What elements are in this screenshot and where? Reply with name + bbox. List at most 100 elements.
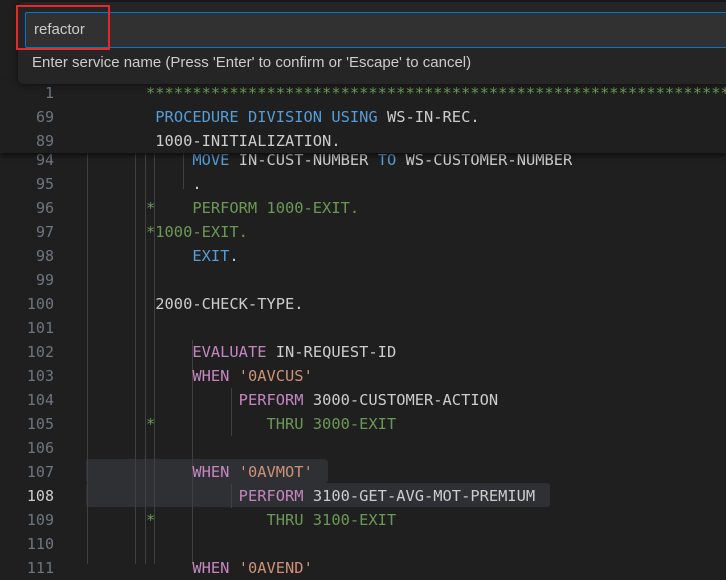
line-code: 1000-INITIALIZATION. — [146, 129, 341, 153]
line-number: 89 — [35, 132, 54, 150]
line-number: 95 — [35, 175, 54, 193]
line-number: 103 — [26, 367, 54, 385]
code-token: MOVE — [192, 151, 230, 169]
code-line[interactable]: 106 — [0, 436, 726, 460]
line-number: 104 — [26, 391, 54, 409]
code-token: 2000-CHECK-TYPE. — [146, 295, 304, 313]
code-token: WS-IN-REC. — [377, 108, 480, 126]
code-token: ****************************************… — [146, 84, 726, 102]
line-number: 110 — [26, 535, 54, 553]
code-token: * THRU 3100-EXIT — [146, 511, 397, 529]
annotation-highlight-box — [16, 5, 110, 50]
code-line[interactable]: 103 WHEN '0AVCUS' — [0, 364, 726, 388]
code-token: * THRU 3000-EXIT — [146, 415, 397, 433]
line-number: 106 — [26, 439, 54, 457]
line-number: 69 — [35, 108, 54, 126]
line-code: * PERFORM 1000-EXIT. — [146, 196, 359, 220]
code-line[interactable]: 99 — [0, 268, 726, 292]
sticky-scroll-header[interactable]: 1 ***************************************… — [0, 81, 726, 153]
line-code: * THRU 3100-EXIT — [146, 508, 396, 532]
code-token: PERFORM — [238, 487, 304, 505]
code-line[interactable]: 104 PERFORM 3000-CUSTOMER-ACTION — [0, 388, 726, 412]
line-code: WHEN '0AVEND' — [146, 556, 313, 580]
code-token: EXIT — [192, 247, 230, 265]
code-token: IN-CUST-NUMBER — [229, 151, 378, 169]
code-token: TO — [377, 151, 397, 169]
code-token: PERFORM — [238, 391, 304, 409]
code-token: *1000-EXIT. — [146, 223, 248, 241]
code-line[interactable]: 95 . — [0, 172, 726, 196]
code-line[interactable]: 69 PROCEDURE DIVISION USING WS-IN-REC. — [0, 105, 726, 129]
line-code: EXIT. — [146, 244, 239, 268]
line-code: PERFORM 3000-CUSTOMER-ACTION — [146, 388, 498, 412]
code-token: '0AVEND' — [238, 559, 313, 577]
code-line[interactable]: 107 WHEN '0AVMOT' — [0, 460, 726, 484]
line-number: 108 — [26, 487, 54, 505]
line-number: 109 — [26, 511, 54, 529]
line-number: 98 — [35, 247, 54, 265]
code-line[interactable]: 111 WHEN '0AVEND' — [0, 556, 726, 580]
line-code: . — [146, 172, 202, 196]
code-line[interactable]: 89 1000-INITIALIZATION. — [0, 129, 726, 153]
line-number: 107 — [26, 463, 54, 481]
code-line[interactable]: 102 EVALUATE IN-REQUEST-ID — [0, 340, 726, 364]
line-number: 102 — [26, 343, 54, 361]
code-token: . — [146, 175, 202, 193]
line-code: *1000-EXIT. — [146, 220, 248, 244]
code-token: EVALUATE — [192, 343, 267, 361]
line-number: 105 — [26, 415, 54, 433]
code-token: . — [229, 247, 239, 265]
code-line[interactable]: 96 * PERFORM 1000-EXIT. — [0, 196, 726, 220]
line-code: 2000-CHECK-TYPE. — [146, 292, 304, 316]
code-editor[interactable]: 94 MOVE IN-CUST-NUMBER TO WS-CUSTOMER-NU… — [0, 0, 726, 577]
line-code: WHEN '0AVMOT' — [146, 460, 313, 484]
line-code: PERFORM 3100-GET-AVG-MOT-PREMIUM — [146, 484, 536, 508]
line-number: 111 — [26, 559, 54, 577]
line-number: 99 — [35, 271, 54, 289]
service-name-input[interactable]: refactor — [25, 12, 726, 48]
line-number: 97 — [35, 223, 54, 241]
line-number: 96 — [35, 199, 54, 217]
code-token: PROCEDURE DIVISION USING — [155, 108, 378, 126]
code-token: '0AVCUS' — [238, 367, 313, 385]
line-code: ****************************************… — [146, 81, 726, 105]
line-code: PROCEDURE DIVISION USING WS-IN-REC. — [146, 105, 480, 129]
line-code: * THRU 3000-EXIT — [146, 412, 396, 436]
code-token: * PERFORM 1000-EXIT. — [146, 199, 360, 217]
code-line[interactable]: 109 * THRU 3100-EXIT — [0, 508, 726, 532]
line-number: 100 — [26, 295, 54, 313]
code-token: WHEN — [192, 367, 230, 385]
code-token: WHEN — [192, 559, 230, 577]
code-token: '0AVMOT' — [238, 463, 313, 481]
code-line[interactable]: 97 *1000-EXIT. — [0, 220, 726, 244]
code-token: 3000-CUSTOMER-ACTION — [303, 391, 499, 409]
code-line[interactable]: 110 — [0, 532, 726, 556]
code-line[interactable]: 101 — [0, 316, 726, 340]
code-line[interactable]: 105 * THRU 3000-EXIT — [0, 412, 726, 436]
quick-input-message: Enter service name (Press 'Enter' to con… — [32, 54, 472, 71]
line-number: 1 — [44, 84, 54, 102]
line-code: EVALUATE IN-REQUEST-ID — [146, 340, 396, 364]
quick-input-panel: refactor Enter service name (Press 'Ente… — [18, 2, 726, 84]
code-token: WHEN — [192, 463, 230, 481]
code-token: IN-REQUEST-ID — [266, 343, 397, 361]
line-number: 101 — [26, 319, 54, 337]
code-line[interactable]: 108 PERFORM 3100-GET-AVG-MOT-PREMIUM — [0, 484, 726, 508]
code-line[interactable]: 1 ***************************************… — [0, 81, 726, 105]
code-line[interactable]: 100 2000-CHECK-TYPE. — [0, 292, 726, 316]
line-code: WHEN '0AVCUS' — [146, 364, 313, 388]
code-token: 1000-INITIALIZATION. — [146, 132, 341, 150]
code-line[interactable]: 98 EXIT. — [0, 244, 726, 268]
